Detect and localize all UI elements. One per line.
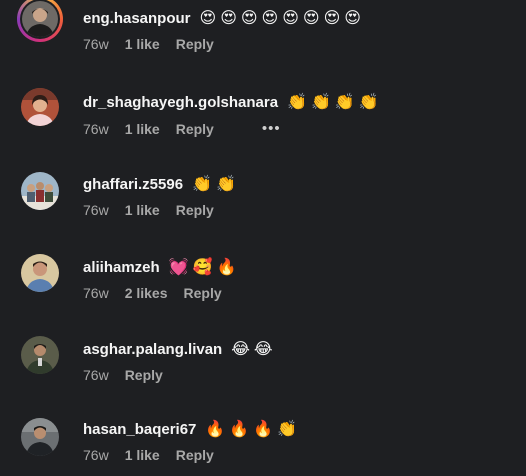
comment-text: 🔥🔥🔥👏: [205, 421, 302, 438]
avatar-ring: [20, 0, 60, 39]
avatar[interactable]: [21, 254, 59, 292]
comment-body: ghaffari.z5596 👏👏 76w 1 like Reply: [83, 173, 240, 219]
comment-item: asghar.palang.livan 😂😂 76w Reply: [0, 335, 526, 399]
comment-item: dr_shaghayegh.golshanara 👏👏👏👏 76w 1 like…: [0, 88, 526, 152]
reply-button[interactable]: Reply: [184, 285, 222, 301]
avatar[interactable]: [17, 0, 63, 42]
comment-likes[interactable]: 1 like: [125, 447, 160, 463]
comment-username[interactable]: aliihamzeh: [83, 259, 160, 276]
avatar[interactable]: [21, 418, 59, 456]
comment-body: asghar.palang.livan 😂😂 76w Reply: [83, 338, 277, 384]
comment-body: eng.hasanpour 😍😍😍😍😍😍😍😍 76w 1 like Reply: [83, 7, 365, 53]
comments-list: eng.hasanpour 😍😍😍😍😍😍😍😍 76w 1 like Reply: [0, 0, 526, 476]
comment-timestamp[interactable]: 76w: [83, 36, 109, 52]
more-options-icon[interactable]: •••: [262, 120, 281, 137]
comment-username[interactable]: dr_shaghayegh.golshanara: [83, 94, 278, 111]
group-avatar-icon: [21, 172, 59, 210]
reply-button[interactable]: Reply: [125, 367, 163, 383]
comment-username[interactable]: ghaffari.z5596: [83, 176, 183, 193]
comment-body: hasan_baqeri67 🔥🔥🔥👏 76w 1 like Reply: [83, 418, 302, 464]
comment-text: 😂😂: [231, 341, 277, 358]
comment-username[interactable]: eng.hasanpour: [83, 10, 191, 27]
person-avatar-icon: [21, 88, 59, 126]
comment-text: 👏👏: [192, 176, 240, 193]
comment-username[interactable]: asghar.palang.livan: [83, 341, 222, 358]
person-avatar-icon: [21, 254, 59, 292]
comment-likes[interactable]: 1 like: [125, 121, 160, 137]
comment-text: 💓🥰🔥: [168, 259, 241, 276]
comment-item: eng.hasanpour 😍😍😍😍😍😍😍😍 76w 1 like Reply: [0, 0, 526, 64]
comment-username[interactable]: hasan_baqeri67: [83, 421, 196, 438]
avatar[interactable]: [21, 172, 59, 210]
comment-timestamp[interactable]: 76w: [83, 121, 109, 137]
comment-item: ghaffari.z5596 👏👏 76w 1 like Reply: [0, 170, 526, 234]
comment-text: 👏👏👏👏: [287, 94, 383, 111]
avatar[interactable]: [21, 336, 59, 374]
person-avatar-icon: [21, 418, 59, 456]
person-avatar-icon: [22, 1, 58, 37]
comment-body: dr_shaghayegh.golshanara 👏👏👏👏 76w 1 like…: [83, 91, 383, 138]
comment-item: hasan_baqeri67 🔥🔥🔥👏 76w 1 like Reply: [0, 418, 526, 476]
comment-timestamp[interactable]: 76w: [83, 447, 109, 463]
comment-timestamp[interactable]: 76w: [83, 367, 109, 383]
comment-item: aliihamzeh 💓🥰🔥 76w 2 likes Reply: [0, 253, 526, 317]
comment-text: 😍😍😍😍😍😍😍😍: [199, 10, 365, 27]
reply-button[interactable]: Reply: [176, 36, 214, 52]
comment-likes[interactable]: 2 likes: [125, 285, 168, 301]
comment-likes[interactable]: 1 like: [125, 36, 160, 52]
reply-button[interactable]: Reply: [176, 121, 214, 137]
comment-timestamp[interactable]: 76w: [83, 202, 109, 218]
comment-likes[interactable]: 1 like: [125, 202, 160, 218]
comment-timestamp[interactable]: 76w: [83, 285, 109, 301]
person-avatar-icon: [21, 336, 59, 374]
reply-button[interactable]: Reply: [176, 202, 214, 218]
comment-body: aliihamzeh 💓🥰🔥 76w 2 likes Reply: [83, 256, 241, 302]
avatar[interactable]: [21, 88, 59, 126]
reply-button[interactable]: Reply: [176, 447, 214, 463]
